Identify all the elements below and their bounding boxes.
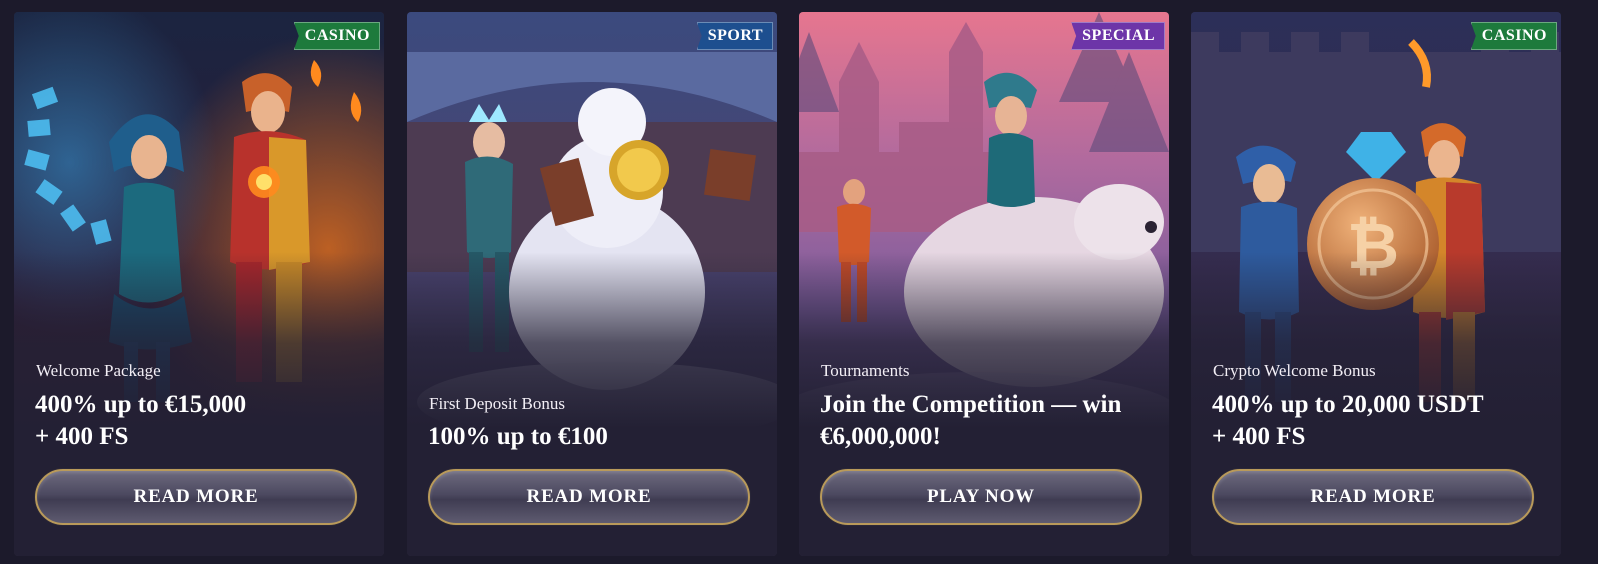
promo-headline-line-2: + 400 FS: [1212, 423, 1306, 450]
promo-headline-line-2: + 400 FS: [35, 423, 129, 450]
promo-headline-line-1: Join the Competition — win: [820, 391, 1122, 418]
category-badge-casino: CASINO: [293, 22, 380, 50]
play-now-button[interactable]: PLAY NOW: [820, 469, 1142, 525]
category-badge-casino: CASINO: [1470, 22, 1557, 50]
promo-card-tournaments[interactable]: SPECIAL Tournaments Join the Competition…: [799, 12, 1169, 556]
promo-headline: 400% up to 20,000 USDT + 400 FS: [1212, 389, 1552, 453]
promo-headline-line-2: €6,000,000!: [820, 423, 941, 450]
promo-subtitle: Crypto Welcome Bonus: [1213, 361, 1376, 380]
promo-headline: Join the Competition — win €6,000,000!: [820, 389, 1160, 453]
promo-headline-line-1: 400% up to €15,000: [35, 391, 247, 418]
promo-card-crypto-welcome-bonus[interactable]: ₿ CASINO Crypto Welcome Bonus 400% up to…: [1191, 12, 1561, 556]
promo-subtitle: First Deposit Bonus: [429, 394, 566, 413]
category-badge-sport: SPORT: [696, 22, 773, 50]
read-more-button[interactable]: READ MORE: [428, 469, 750, 525]
category-badge-special: SPECIAL: [1071, 22, 1165, 50]
promo-card-first-deposit-bonus[interactable]: SPORT First Deposit Bonus 100% up to €10…: [407, 12, 777, 556]
promotions-carousel: CASINO Welcome Package 400% up to €15,00…: [0, 0, 1598, 564]
promo-card-welcome-package[interactable]: CASINO Welcome Package 400% up to €15,00…: [14, 12, 384, 556]
promo-subtitle: Tournaments: [821, 361, 910, 380]
read-more-button[interactable]: READ MORE: [1212, 469, 1534, 525]
promo-subtitle: Welcome Package: [36, 361, 161, 380]
promo-headline-line-1: 400% up to 20,000 USDT: [1212, 391, 1484, 418]
promo-headline: 400% up to €15,000 + 400 FS: [35, 389, 375, 453]
promo-headline-line-1: 100% up to €100: [428, 423, 608, 450]
promo-headline: 100% up to €100: [428, 421, 768, 453]
read-more-button[interactable]: READ MORE: [35, 469, 357, 525]
